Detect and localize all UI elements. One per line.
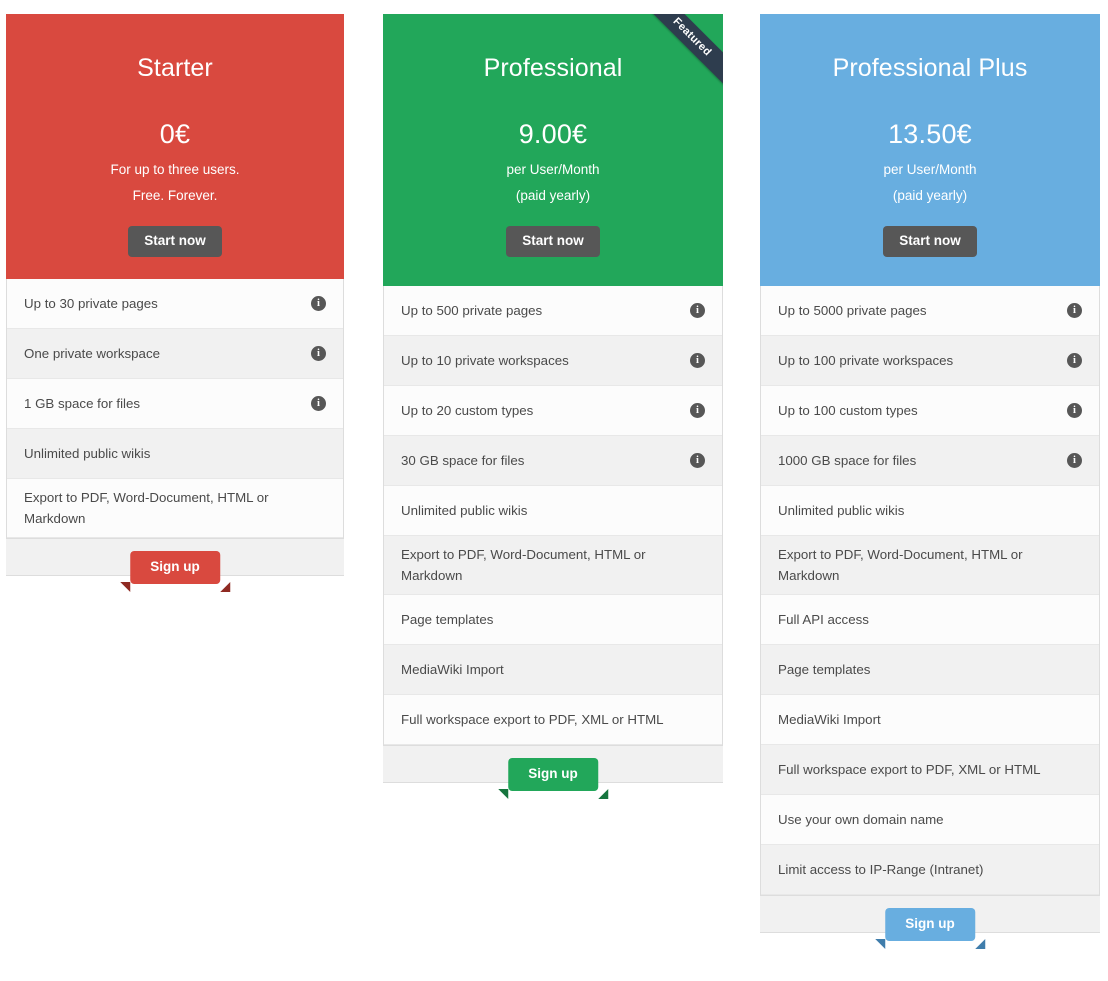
feature-row: Up to 30 private pages i: [7, 279, 343, 329]
feature-label: Export to PDF, Word-Document, HTML or Ma…: [24, 490, 269, 526]
feature-label: Full API access: [778, 612, 869, 627]
info-icon[interactable]: i: [690, 353, 705, 368]
pricing-table: Starter 0€ For up to three users. Free. …: [0, 0, 1108, 981]
start-now-button[interactable]: Start now: [883, 226, 977, 257]
info-icon[interactable]: i: [311, 346, 326, 361]
feature-row: Full API access: [761, 595, 1099, 645]
start-now-button[interactable]: Start now: [506, 226, 600, 257]
feature-label: Limit access to IP-Range (Intranet): [778, 862, 984, 877]
feature-row: MediaWiki Import: [384, 645, 722, 695]
feature-row: 1 GB space for files i: [7, 379, 343, 429]
signup-ribbon: Sign up: [498, 758, 608, 799]
plan-card-professional-plus: Professional Plus 13.50€ per User/Month …: [760, 14, 1100, 949]
feature-label: 1 GB space for files: [24, 396, 141, 411]
feature-label: Use your own domain name: [778, 812, 944, 827]
info-icon[interactable]: i: [1067, 353, 1082, 368]
feature-label: 30 GB space for files: [401, 453, 525, 468]
feature-row: Unlimited public wikis: [761, 486, 1099, 536]
sign-up-button[interactable]: Sign up: [130, 551, 220, 584]
plan-header-starter: Starter 0€ For up to three users. Free. …: [6, 14, 344, 279]
plan-header-professional-plus: Professional Plus 13.50€ per User/Month …: [760, 14, 1100, 286]
feature-label: 1000 GB space for files: [778, 453, 917, 468]
feature-row: 30 GB space for files i: [384, 436, 722, 486]
feature-label: Unlimited public wikis: [24, 446, 151, 461]
feature-label: Up to 5000 private pages: [778, 303, 927, 318]
feature-row: Export to PDF, Word-Document, HTML or Ma…: [7, 479, 343, 538]
info-icon[interactable]: i: [690, 303, 705, 318]
feature-label: Page templates: [401, 612, 494, 627]
feature-row: Up to 100 private workspaces i: [761, 336, 1099, 386]
feature-row: Page templates: [384, 595, 722, 645]
feature-row: Up to 500 private pages i: [384, 286, 722, 336]
feature-label: Up to 100 custom types: [778, 403, 918, 418]
card-footer-professional-plus: Sign up: [760, 896, 1100, 949]
plan-title: Professional Plus: [832, 54, 1028, 82]
info-icon[interactable]: i: [311, 296, 326, 311]
feature-row: One private workspace i: [7, 329, 343, 379]
feature-label: Full workspace export to PDF, XML or HTM…: [401, 712, 664, 727]
plan-title: Professional: [483, 54, 623, 82]
feature-row: Full workspace export to PDF, XML or HTM…: [761, 745, 1099, 795]
start-now-button[interactable]: Start now: [128, 226, 222, 257]
feature-row: Export to PDF, Word-Document, HTML or Ma…: [761, 536, 1099, 595]
sign-up-button[interactable]: Sign up: [508, 758, 598, 791]
feature-label: Up to 30 private pages: [24, 296, 158, 311]
plan-subtitle-line-2: Free. Forever.: [132, 188, 218, 203]
feature-row: MediaWiki Import: [761, 695, 1099, 745]
feature-list-professional-plus: Up to 5000 private pages i Up to 100 pri…: [760, 286, 1100, 896]
feature-label: MediaWiki Import: [778, 712, 881, 727]
feature-list-starter: Up to 30 private pages i One private wor…: [6, 279, 344, 539]
plan-subtitle-line-1: per User/Month: [506, 162, 600, 177]
feature-label: Up to 10 private workspaces: [401, 353, 569, 368]
info-icon[interactable]: i: [690, 403, 705, 418]
feature-label: Up to 100 private workspaces: [778, 353, 954, 368]
plan-card-starter: Starter 0€ For up to three users. Free. …: [6, 14, 344, 592]
feature-list-professional: Up to 500 private pages i Up to 10 priva…: [383, 286, 723, 746]
feature-row: Export to PDF, Word-Document, HTML or Ma…: [384, 536, 722, 595]
feature-row: Up to 5000 private pages i: [761, 286, 1099, 336]
plan-title: Starter: [137, 54, 213, 82]
feature-row: Up to 20 custom types i: [384, 386, 722, 436]
feature-label: Page templates: [778, 662, 871, 677]
feature-row: Up to 100 custom types i: [761, 386, 1099, 436]
plan-subtitle-line-1: For up to three users.: [110, 162, 240, 177]
feature-row: Limit access to IP-Range (Intranet): [761, 845, 1099, 895]
feature-row: 1000 GB space for files i: [761, 436, 1099, 486]
info-icon[interactable]: i: [311, 396, 326, 411]
feature-row: Up to 10 private workspaces i: [384, 336, 722, 386]
feature-label: One private workspace: [24, 346, 160, 361]
feature-row: Use your own domain name: [761, 795, 1099, 845]
feature-label: Full workspace export to PDF, XML or HTM…: [778, 762, 1041, 777]
plan-price: 9.00€: [518, 119, 588, 149]
plan-price: 0€: [159, 119, 191, 149]
plan-subtitle-line-2: (paid yearly): [515, 188, 591, 203]
feature-label: Unlimited public wikis: [778, 503, 905, 518]
feature-label: MediaWiki Import: [401, 662, 504, 677]
feature-label: Export to PDF, Word-Document, HTML or Ma…: [401, 547, 646, 583]
card-footer-professional: Sign up: [383, 746, 723, 799]
feature-row: Unlimited public wikis: [384, 486, 722, 536]
feature-row: Full workspace export to PDF, XML or HTM…: [384, 695, 722, 745]
plan-subtitle-line-1: per User/Month: [883, 162, 977, 177]
info-icon[interactable]: i: [1067, 403, 1082, 418]
feature-label: Export to PDF, Word-Document, HTML or Ma…: [778, 547, 1023, 583]
signup-ribbon: Sign up: [875, 908, 985, 949]
plan-header-professional: Featured Professional 9.00€ per User/Mon…: [383, 14, 723, 286]
feature-row: Unlimited public wikis: [7, 429, 343, 479]
card-footer-starter: Sign up: [6, 539, 344, 592]
feature-row: Page templates: [761, 645, 1099, 695]
feature-label: Up to 500 private pages: [401, 303, 543, 318]
plan-subtitle-line-2: (paid yearly): [892, 188, 968, 203]
info-icon[interactable]: i: [1067, 453, 1082, 468]
signup-ribbon: Sign up: [120, 551, 230, 592]
plan-price: 13.50€: [888, 119, 972, 149]
sign-up-button[interactable]: Sign up: [885, 908, 975, 941]
info-icon[interactable]: i: [690, 453, 705, 468]
feature-label: Up to 20 custom types: [401, 403, 534, 418]
plan-card-professional: Featured Professional 9.00€ per User/Mon…: [383, 14, 723, 799]
feature-label: Unlimited public wikis: [401, 503, 528, 518]
info-icon[interactable]: i: [1067, 303, 1082, 318]
